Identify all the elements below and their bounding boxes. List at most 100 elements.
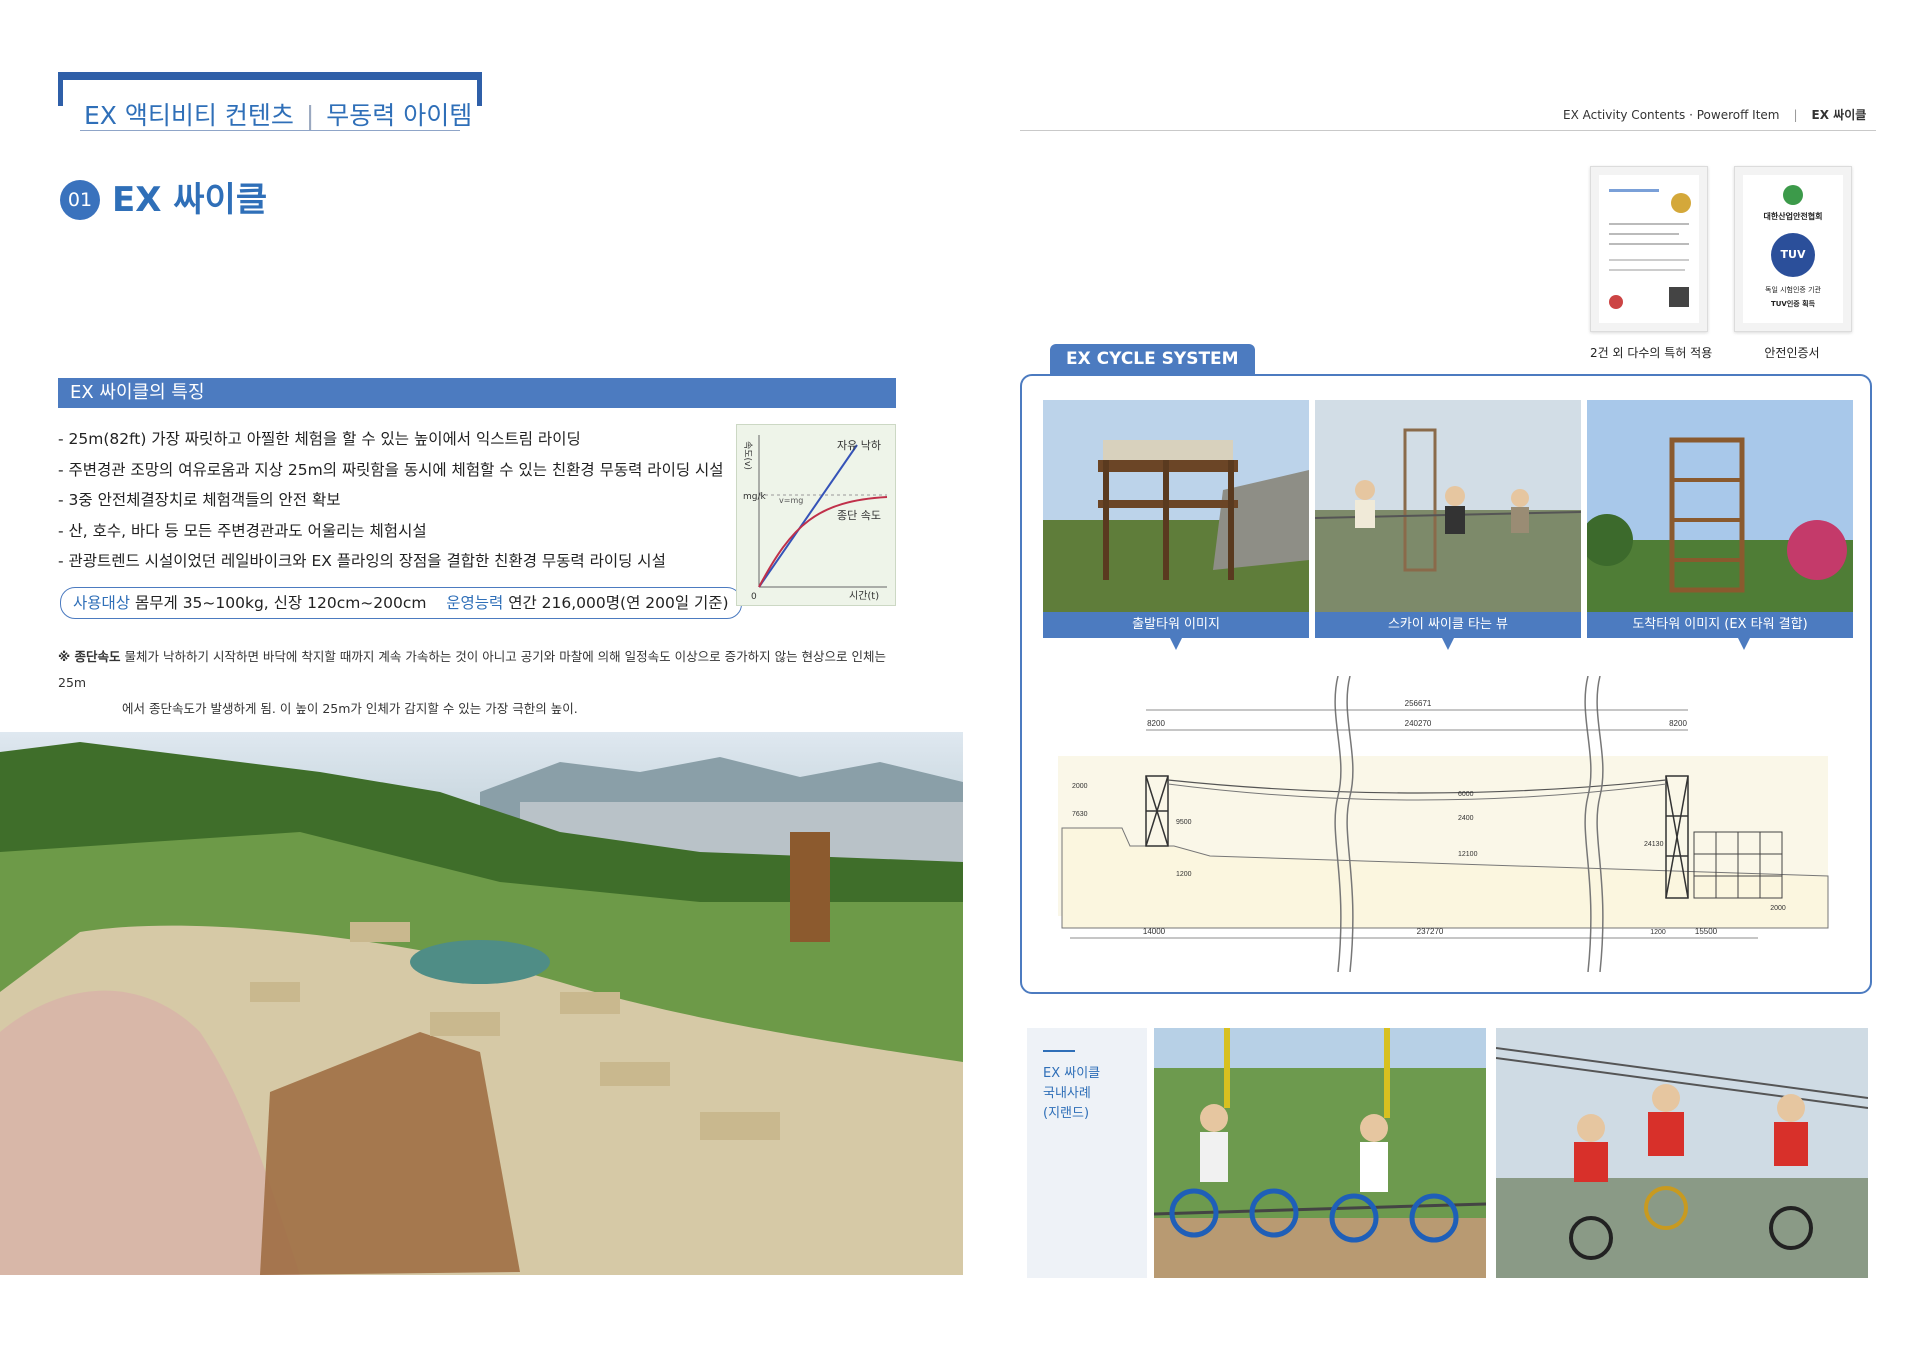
pointer-arrow	[1738, 638, 1750, 650]
dim-bottom-5: 2000	[1770, 905, 1786, 912]
tag-text: EX 액티비티 컨텐츠 | 무동력 아이템	[84, 96, 472, 132]
doc-line	[1609, 259, 1689, 261]
doc-line	[1609, 269, 1685, 271]
tuv-badge-icon: TUV	[1771, 233, 1815, 277]
technical-drawing: 256671 8200 240270 8200 14000 237270 120…	[1058, 675, 1830, 973]
terminal-velocity-note: ※ 종단속도 물체가 낙하하기 시작하면 바닥에 착지할 때까지 계속 가속하는…	[58, 644, 898, 722]
velocity-graph: 속도(v) mg/k 자유 낙하 종단 속도 v=mg 0 시간(t)	[736, 424, 896, 606]
section-tag: EX 액티비티 컨텐츠 | 무동력 아이템	[58, 72, 482, 131]
arrival-tower-illustration	[1587, 400, 1853, 612]
tag-separator: |	[305, 101, 315, 130]
start-tower-photo	[1043, 400, 1309, 612]
doc-line	[1609, 243, 1689, 245]
target-value1: 몸무게 35~100kg, 신장 120cm~200cm	[134, 594, 427, 612]
safety-line2: TUV인증 획득	[1770, 300, 1816, 308]
kosha-logo-icon	[1783, 185, 1803, 205]
feature-list: - 25m(82ft) 가장 짜릿하고 아찔한 체험을 할 수 있는 높이에서 …	[58, 424, 724, 577]
pointer-arrow	[1442, 638, 1454, 650]
note-line2: 에서 종단속도가 발생하게 됨. 이 높이 25m가 인체가 감지할 수 있는 …	[122, 701, 578, 716]
doc-line	[1609, 223, 1689, 225]
graph-mid-label: v=mg	[779, 496, 803, 505]
dim-bottom-1: 14000	[1143, 927, 1166, 936]
qr-code-icon	[1669, 287, 1689, 307]
case-line2: 국내사례	[1043, 1086, 1091, 1101]
aerial-park-illustration	[0, 732, 963, 1275]
emblem-icon	[1609, 295, 1623, 309]
case-line1: EX 싸이클	[1043, 1066, 1101, 1081]
safety-org: 대한산업안전협회	[1763, 212, 1823, 221]
dim-bottom-2: 237270	[1417, 927, 1444, 936]
tag-underline	[80, 130, 460, 131]
tag-right-edge	[477, 72, 482, 106]
list-item: - 3중 안전체결장치로 체험객들의 안전 확보	[58, 491, 341, 509]
dim-left: 8200	[1147, 719, 1165, 728]
dim-vert-1: 2000	[1072, 783, 1088, 790]
case-photo-waving	[1496, 1028, 1868, 1278]
photo-label-arrival: 도착타워 이미지 (EX 타워 결합)	[1587, 612, 1853, 638]
dim-vert-5: 6000	[1458, 791, 1474, 798]
start-tower-illustration	[1043, 400, 1309, 612]
safety-line1: 독일 시험인증 기관	[1765, 286, 1821, 294]
graph-ylabel2: mg/k	[743, 492, 767, 502]
list-item: - 관광트렌드 시설이었던 레일바이크와 EX 플라잉의 장점을 결합한 친환경…	[58, 552, 666, 570]
tag-part1: EX 액티비티 컨텐츠	[84, 101, 294, 130]
dim-vert-7: 12100	[1458, 851, 1478, 858]
note-prefix: ※ 종단속도	[58, 649, 121, 664]
doc-line	[1609, 189, 1659, 192]
case-waving-illustration	[1496, 1028, 1868, 1278]
list-item: - 25m(82ft) 가장 짜릿하고 아찔한 체험을 할 수 있는 높이에서 …	[58, 430, 581, 448]
graph-origin: 0	[751, 592, 757, 602]
arrival-tower-photo	[1587, 400, 1853, 612]
tag-bar	[58, 72, 482, 80]
gold-seal-icon	[1671, 193, 1691, 213]
note-line1: 물체가 낙하하기 시작하면 바닥에 착지할 때까지 계속 가속하는 것이 아니고…	[58, 649, 887, 690]
header-part2: EX 싸이클	[1811, 108, 1867, 122]
safety-caption: 안전인증서	[1764, 346, 1820, 360]
case-photo-riders	[1154, 1028, 1486, 1278]
dim-right: 8200	[1669, 719, 1687, 728]
patent-paper	[1599, 175, 1699, 323]
dim-vert-3: 9500	[1176, 819, 1192, 826]
safety-paper: 대한산업안전협회 TUV 독일 시험인증 기관 TUV인증 획득	[1743, 175, 1843, 323]
header-rule	[1020, 130, 1876, 131]
tag-part2: 무동력 아이템	[326, 101, 473, 130]
target-label2: 운영능력	[446, 594, 504, 612]
list-item: - 산, 호수, 바다 등 모든 주변경관과도 어울리는 체험시설	[58, 521, 427, 540]
target-value2: 연간 216,000명(연 200일 기준)	[508, 594, 729, 612]
section-number: 01	[60, 180, 100, 220]
page-title: EX 싸이클	[112, 180, 268, 220]
pointer-arrow	[1170, 638, 1182, 650]
sky-cycle-photo	[1315, 400, 1581, 612]
tag-left-edge	[58, 72, 63, 106]
photo-label-start: 출발타워 이미지	[1043, 612, 1309, 638]
case-label: EX 싸이클 국내사례 (지랜드)	[1043, 1064, 1100, 1124]
patent-certificate	[1590, 166, 1708, 332]
case-riders-illustration	[1154, 1028, 1486, 1278]
dim-total: 256671	[1405, 699, 1432, 708]
dim-vert-2: 7630	[1072, 811, 1088, 818]
dim-bottom-3: 1200	[1650, 929, 1666, 936]
running-header: EX Activity Contents · Poweroff Item | EX …	[1563, 106, 1866, 123]
target-label1: 사용대상	[73, 594, 131, 612]
dim-bottom-4: 15500	[1695, 927, 1718, 936]
graph-label-terminal: 종단 속도	[837, 509, 881, 522]
graph-xlabel: 시간(t)	[849, 590, 879, 602]
dim-vert-8: 24130	[1644, 841, 1664, 848]
doc-line	[1609, 233, 1679, 235]
patent-caption: 2건 외 다수의 특허 적용	[1590, 346, 1713, 360]
aerial-park-photo	[0, 732, 963, 1275]
case-line3: (지랜드)	[1043, 1106, 1090, 1121]
dim-vert-6: 2400	[1458, 815, 1474, 822]
dim-middle: 240270	[1405, 719, 1432, 728]
case-accent-line	[1043, 1050, 1075, 1052]
list-item: - 주변경관 조망의 여유로움과 지상 25m의 짜릿함을 동시에 체험할 수 …	[58, 460, 724, 479]
safety-certificate: 대한산업안전협회 TUV 독일 시험인증 기관 TUV인증 획득	[1734, 166, 1852, 332]
photo-label-ride: 스카이 싸이클 타는 뷰	[1315, 612, 1581, 638]
system-tab: EX CYCLE SYSTEM	[1050, 344, 1255, 374]
technical-drawing-svg: 256671 8200 240270 8200 14000 237270 120…	[1058, 675, 1829, 973]
velocity-graph-svg: 속도(v) mg/k 자유 낙하 종단 속도 v=mg 0 시간(t)	[742, 435, 888, 602]
dim-vert-4: 1200	[1176, 871, 1192, 878]
target-pill: 사용대상 몸무게 35~100kg, 신장 120cm~200cm 운영능력 연…	[60, 587, 742, 619]
feature-heading: EX 싸이클의 특징	[58, 378, 896, 408]
header-part1: EX Activity Contents · Poweroff Item	[1563, 108, 1780, 122]
